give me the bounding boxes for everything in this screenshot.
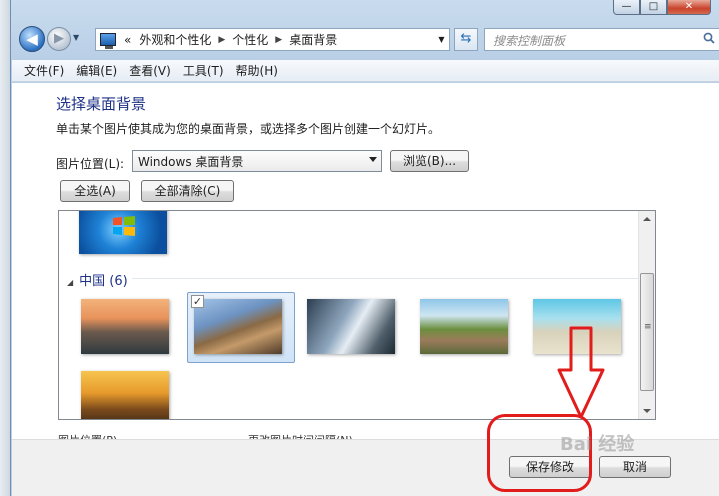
search-icon[interactable] bbox=[703, 32, 715, 44]
menu-file[interactable]: 文件(F) bbox=[18, 62, 70, 79]
wallpaper-thumbnail-mountains[interactable] bbox=[307, 299, 395, 354]
wallpaper-thumbnail-guilin[interactable] bbox=[81, 299, 169, 354]
clear-all-button[interactable]: 全部清除(C) bbox=[141, 180, 234, 202]
wallpaper-thumbnail-great-wall[interactable] bbox=[194, 299, 282, 354]
picture-location-value: Windows 桌面背景 bbox=[138, 155, 244, 169]
picture-location-label: 图片位置(L): bbox=[56, 157, 125, 171]
cancel-button[interactable]: 取消 bbox=[599, 456, 671, 478]
close-button[interactable]: ✕ bbox=[667, 0, 711, 15]
group-name: 中国 (6) bbox=[79, 274, 128, 289]
scrollbar-thumb[interactable] bbox=[640, 273, 654, 391]
recent-pages-dropdown-icon[interactable]: ▼ bbox=[73, 33, 79, 42]
menu-tools[interactable]: 工具(T) bbox=[177, 62, 230, 79]
breadcrumb-personalization[interactable]: 个性化 bbox=[228, 31, 272, 48]
control-panel-icon bbox=[100, 33, 116, 49]
refresh-button[interactable]: ⇆ bbox=[454, 28, 478, 51]
forward-button[interactable]: ▶ bbox=[47, 27, 71, 51]
wallpaper-thumbnail-bridge[interactable] bbox=[81, 371, 169, 419]
control-panel-window: — □ ✕ ◀ ▶ ▼ « 外观和个性化 ▶ 个性化 ▶ 桌面背景 ▼ ⇆ 搜索… bbox=[10, 0, 719, 496]
minimize-button[interactable]: — bbox=[613, 0, 640, 15]
menu-view[interactable]: 查看(V) bbox=[123, 62, 177, 79]
windows-logo-icon bbox=[113, 216, 135, 236]
group-divider bbox=[85, 278, 640, 279]
wallpaper-thumbnail-terraces[interactable] bbox=[420, 299, 508, 354]
chevron-down-icon bbox=[369, 157, 377, 162]
browse-button[interactable]: 浏览(B)... bbox=[390, 150, 469, 172]
wallpaper-thumbnail-windows[interactable] bbox=[79, 211, 167, 254]
address-bar[interactable]: « 外观和个性化 ▶ 个性化 ▶ 桌面背景 ▼ bbox=[95, 28, 450, 51]
menu-bar: 文件(F) 编辑(E) 查看(V) 工具(T) 帮助(H) bbox=[12, 60, 719, 82]
address-prefix[interactable]: « bbox=[120, 33, 135, 47]
breadcrumb-desktop-background[interactable]: 桌面背景 bbox=[285, 31, 341, 48]
search-input[interactable]: 搜索控制面板 bbox=[484, 28, 719, 51]
navigation-bar: ◀ ▶ ▼ « 外观和个性化 ▶ 个性化 ▶ 桌面背景 ▼ ⇆ 搜索控制面板 bbox=[11, 24, 719, 56]
background-desktop bbox=[0, 0, 10, 496]
breadcrumb-appearance[interactable]: 外观和个性化 bbox=[135, 31, 215, 48]
breadcrumb-separator-icon[interactable]: ▶ bbox=[272, 35, 285, 45]
address-dropdown-icon[interactable]: ▼ bbox=[433, 35, 449, 44]
red-arrow-annotation bbox=[557, 326, 605, 419]
caption-buttons: — □ ✕ bbox=[613, 0, 711, 15]
watermark: Bai 经验 bbox=[560, 434, 635, 455]
back-button[interactable]: ◀ bbox=[19, 26, 45, 52]
collapse-triangle-icon[interactable]: ◢ bbox=[67, 278, 73, 287]
scroll-down-icon[interactable] bbox=[643, 409, 651, 413]
group-header-china[interactable]: ◢ 中国 (6) bbox=[67, 270, 132, 289]
maximize-button[interactable]: □ bbox=[640, 0, 667, 15]
picture-location-select[interactable]: Windows 桌面背景 bbox=[132, 150, 382, 172]
gallery-scrollbar[interactable] bbox=[638, 211, 655, 419]
page-title: 选择桌面背景 bbox=[56, 95, 147, 113]
breadcrumb-separator-icon[interactable]: ▶ bbox=[215, 35, 228, 45]
menu-edit[interactable]: 编辑(E) bbox=[70, 62, 123, 79]
page-description: 单击某个图片使其成为您的桌面背景，或选择多个图片创建一个幻灯片。 bbox=[56, 122, 441, 136]
scroll-up-icon[interactable] bbox=[643, 217, 651, 221]
search-placeholder: 搜索控制面板 bbox=[493, 34, 566, 48]
menu-help[interactable]: 帮助(H) bbox=[230, 62, 284, 79]
select-all-button[interactable]: 全选(A) bbox=[60, 180, 130, 202]
thumbnail-checkbox[interactable]: ✓ bbox=[191, 295, 204, 308]
